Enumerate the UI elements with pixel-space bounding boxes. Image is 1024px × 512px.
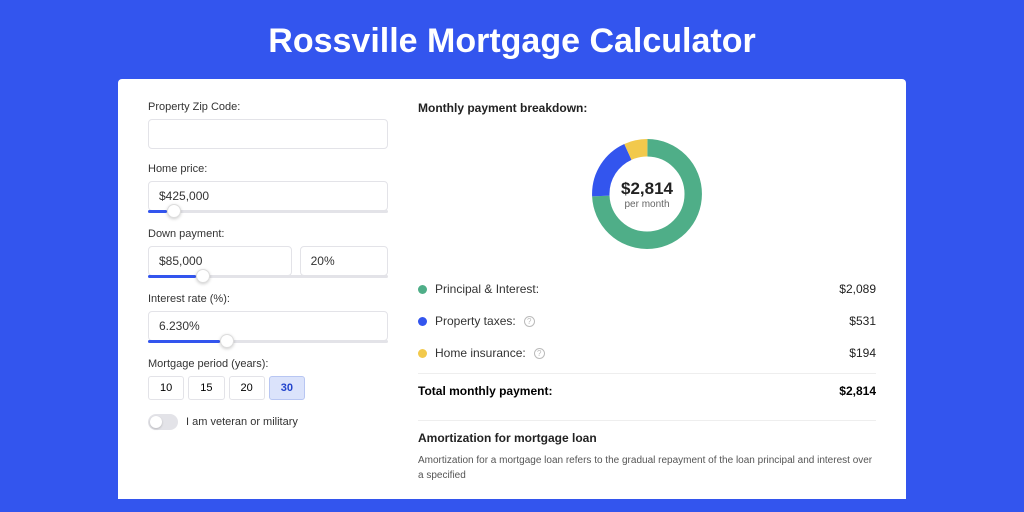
- down-payment-field: Down payment:: [148, 228, 388, 279]
- mortgage-period-label: Mortgage period (years):: [148, 358, 388, 370]
- home-price-field: Home price:: [148, 163, 388, 214]
- amortization-text: Amortization for a mortgage loan refers …: [418, 453, 876, 483]
- total-value: $2,814: [839, 384, 876, 398]
- period-btn-15[interactable]: 15: [188, 376, 224, 400]
- veteran-toggle[interactable]: [148, 414, 178, 430]
- interest-rate-input[interactable]: [148, 311, 388, 341]
- veteran-label: I am veteran or military: [186, 416, 298, 428]
- mortgage-period-field: Mortgage period (years): 10152030: [148, 358, 388, 400]
- period-btn-30[interactable]: 30: [269, 376, 305, 400]
- donut-center-sub: per month: [624, 199, 669, 210]
- legend-label: Home insurance:: [435, 346, 526, 360]
- period-btn-20[interactable]: 20: [229, 376, 265, 400]
- calculator-card: Property Zip Code: Home price: Down paym…: [118, 79, 906, 499]
- divider: [418, 420, 876, 421]
- interest-rate-field: Interest rate (%):: [148, 293, 388, 344]
- legend-label: Principal & Interest:: [435, 282, 539, 296]
- toggle-knob-icon: [150, 416, 162, 428]
- interest-rate-slider[interactable]: [148, 340, 388, 343]
- slider-thumb-icon[interactable]: [196, 269, 210, 283]
- home-price-input[interactable]: [148, 181, 388, 211]
- legend-dot-icon: [418, 317, 427, 326]
- help-icon[interactable]: ?: [534, 348, 545, 359]
- down-payment-amount-input[interactable]: [148, 246, 292, 276]
- amortization-heading: Amortization for mortgage loan: [418, 431, 876, 445]
- zip-label: Property Zip Code:: [148, 101, 388, 113]
- mortgage-period-group: 10152030: [148, 376, 388, 400]
- total-row: Total monthly payment: $2,814: [418, 373, 876, 408]
- interest-rate-label: Interest rate (%):: [148, 293, 388, 305]
- legend-row: Principal & Interest: $2,089: [418, 273, 876, 305]
- period-btn-10[interactable]: 10: [148, 376, 184, 400]
- zip-input[interactable]: [148, 119, 388, 149]
- help-icon[interactable]: ?: [524, 316, 535, 327]
- legend-dot-icon: [418, 349, 427, 358]
- breakdown-panel: Monthly payment breakdown: $2,814 per mo…: [418, 101, 876, 499]
- zip-field: Property Zip Code:: [148, 101, 388, 149]
- down-payment-percent-input[interactable]: [300, 246, 388, 276]
- slider-thumb-icon[interactable]: [167, 204, 181, 218]
- legend-label: Property taxes:: [435, 314, 516, 328]
- legend-value: $194: [849, 346, 876, 360]
- donut-chart: $2,814 per month: [418, 123, 876, 273]
- total-label: Total monthly payment:: [418, 384, 552, 398]
- veteran-toggle-row: I am veteran or military: [148, 414, 388, 430]
- down-payment-slider[interactable]: [148, 275, 388, 278]
- breakdown-heading: Monthly payment breakdown:: [418, 101, 876, 115]
- legend-dot-icon: [418, 285, 427, 294]
- legend: Principal & Interest: $2,089 Property taxe…: [418, 273, 876, 369]
- legend-row: Property taxes:? $531: [418, 305, 876, 337]
- slider-thumb-icon[interactable]: [220, 334, 234, 348]
- legend-value: $2,089: [839, 282, 876, 296]
- legend-value: $531: [849, 314, 876, 328]
- legend-row: Home insurance:? $194: [418, 337, 876, 369]
- page-title: Rossville Mortgage Calculator: [0, 0, 1024, 79]
- home-price-slider[interactable]: [148, 210, 388, 213]
- donut-center-amount: $2,814: [621, 179, 673, 199]
- down-payment-label: Down payment:: [148, 228, 388, 240]
- home-price-label: Home price:: [148, 163, 388, 175]
- inputs-panel: Property Zip Code: Home price: Down paym…: [148, 101, 388, 499]
